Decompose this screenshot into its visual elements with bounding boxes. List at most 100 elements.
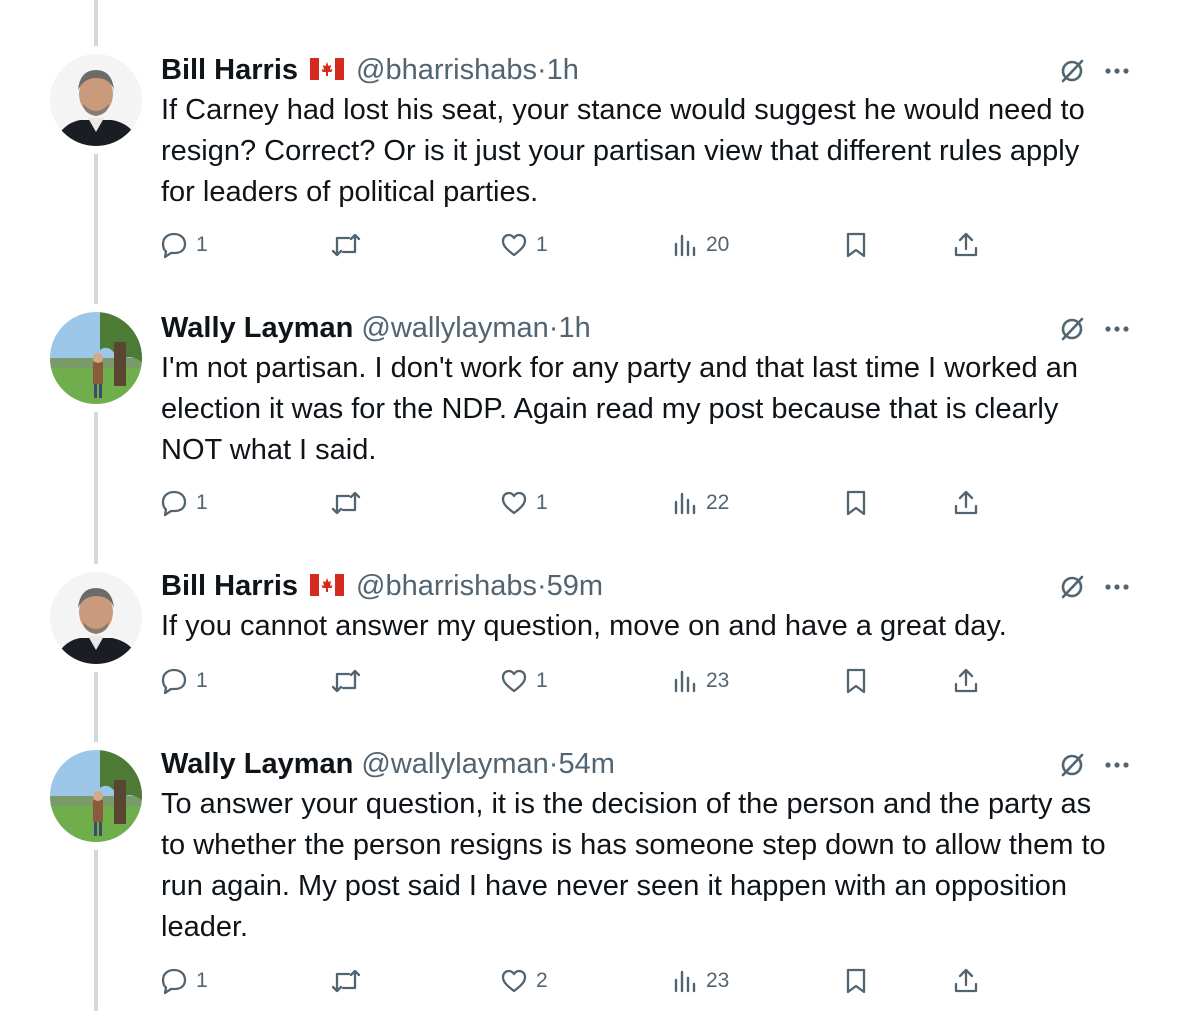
repost-icon [331, 491, 361, 515]
reply-count: 1 [196, 669, 208, 692]
tweet-header-actions [1058, 572, 1130, 602]
bookmark-button[interactable] [844, 230, 868, 260]
views-count: 22 [706, 491, 730, 514]
action-bar: 1 1 22 [160, 488, 990, 518]
heart-icon [501, 669, 527, 693]
grok-slash-icon[interactable] [1058, 57, 1086, 85]
repost-button[interactable] [330, 488, 370, 518]
like-count: 1 [536, 491, 548, 514]
reply-count: 1 [196, 233, 208, 256]
avatar-bill-harris[interactable] [50, 54, 142, 146]
tweet-header: Bill Harris @bharrishabs·59m [161, 568, 603, 604]
separator-dot: · [536, 54, 547, 86]
views-button[interactable]: 23 [672, 666, 729, 696]
reply-count: 1 [196, 969, 208, 992]
tweet-header: Wally Layman @wallylayman·1h [161, 310, 591, 346]
author-name[interactable]: Wally Layman [161, 312, 353, 344]
views-button[interactable]: 23 [672, 966, 729, 996]
views-count: 23 [706, 669, 730, 692]
more-dots-icon[interactable] [1104, 325, 1130, 333]
author-name[interactable]: Wally Layman [161, 748, 353, 780]
tweet-text: If you cannot answer my question, move o… [161, 610, 1007, 642]
bookmark-button[interactable] [844, 666, 868, 696]
tweet-text: I'm not partisan. I don't work for any p… [161, 352, 1078, 466]
repost-button[interactable] [330, 966, 370, 996]
tweet-header-actions [1058, 750, 1130, 780]
bookmark-icon [846, 968, 866, 994]
canada-flag-icon [310, 574, 344, 597]
like-button[interactable]: 1 [500, 488, 548, 518]
like-button[interactable]: 1 [500, 666, 548, 696]
timestamp[interactable]: 1h [547, 54, 579, 86]
views-button[interactable]: 20 [672, 230, 729, 260]
avatar-wally-layman[interactable] [50, 312, 142, 404]
reply-button[interactable]: 1 [160, 966, 208, 996]
like-count: 2 [536, 969, 548, 992]
share-icon [954, 232, 978, 257]
tweet-header: Wally Layman @wallylayman·54m [161, 746, 615, 782]
share-button[interactable] [952, 230, 980, 260]
author-handle[interactable]: @wallylayman [361, 748, 548, 780]
bookmark-icon [846, 668, 866, 694]
share-icon [954, 968, 978, 993]
repost-icon [331, 233, 361, 257]
separator-dot: · [536, 570, 547, 602]
timestamp[interactable]: 1h [558, 312, 590, 344]
canada-flag-icon [310, 58, 344, 81]
heart-icon [501, 969, 527, 993]
reply-count: 1 [196, 491, 208, 514]
reply-icon [161, 490, 187, 517]
share-button[interactable] [952, 488, 980, 518]
author-handle[interactable]: @wallylayman [361, 312, 548, 344]
tweet-text: If Carney had lost his seat, your stance… [161, 94, 1085, 208]
reply-icon [161, 668, 187, 695]
more-dots-icon[interactable] [1104, 67, 1130, 75]
more-dots-icon[interactable] [1104, 583, 1130, 591]
action-bar: 1 2 23 [160, 966, 990, 996]
avatar-wally-layman[interactable] [50, 750, 142, 842]
like-count: 1 [536, 669, 548, 692]
grok-slash-icon[interactable] [1058, 315, 1086, 343]
author-name[interactable]: Bill Harris [161, 570, 298, 602]
share-button[interactable] [952, 666, 980, 696]
reply-button[interactable]: 1 [160, 666, 208, 696]
views-bar-chart-icon [674, 492, 696, 515]
views-button[interactable]: 22 [672, 488, 729, 518]
repost-icon [331, 669, 361, 693]
repost-button[interactable] [330, 666, 370, 696]
thread-connector-line [94, 0, 98, 1011]
action-bar: 1 1 23 [160, 666, 990, 696]
timestamp[interactable]: 54m [558, 748, 614, 780]
share-icon [954, 668, 978, 693]
reply-icon [161, 968, 187, 995]
more-dots-icon[interactable] [1104, 761, 1130, 769]
views-count: 23 [706, 969, 730, 992]
tweet-header: Bill Harris @bharrishabs·1h [161, 52, 579, 88]
repost-icon [331, 969, 361, 993]
reply-button[interactable]: 1 [160, 230, 208, 260]
author-name[interactable]: Bill Harris [161, 54, 298, 86]
bookmark-icon [846, 232, 866, 258]
heart-icon [501, 491, 527, 515]
reply-button[interactable]: 1 [160, 488, 208, 518]
action-bar: 1 1 20 [160, 230, 990, 260]
views-count: 20 [706, 233, 730, 256]
like-button[interactable]: 1 [500, 230, 548, 260]
author-handle[interactable]: @bharrishabs [356, 570, 537, 602]
repost-button[interactable] [330, 230, 370, 260]
tweet-header-actions [1058, 56, 1130, 86]
reply-icon [161, 232, 187, 259]
avatar-bill-harris[interactable] [50, 572, 142, 664]
author-handle[interactable]: @bharrishabs [356, 54, 537, 86]
views-bar-chart-icon [674, 970, 696, 993]
bookmark-button[interactable] [844, 488, 868, 518]
grok-slash-icon[interactable] [1058, 573, 1086, 601]
grok-slash-icon[interactable] [1058, 751, 1086, 779]
share-icon [954, 490, 978, 515]
like-count: 1 [536, 233, 548, 256]
tweet-header-actions [1058, 314, 1130, 344]
timestamp[interactable]: 59m [547, 570, 603, 602]
bookmark-button[interactable] [844, 966, 868, 996]
share-button[interactable] [952, 966, 980, 996]
like-button[interactable]: 2 [500, 966, 548, 996]
